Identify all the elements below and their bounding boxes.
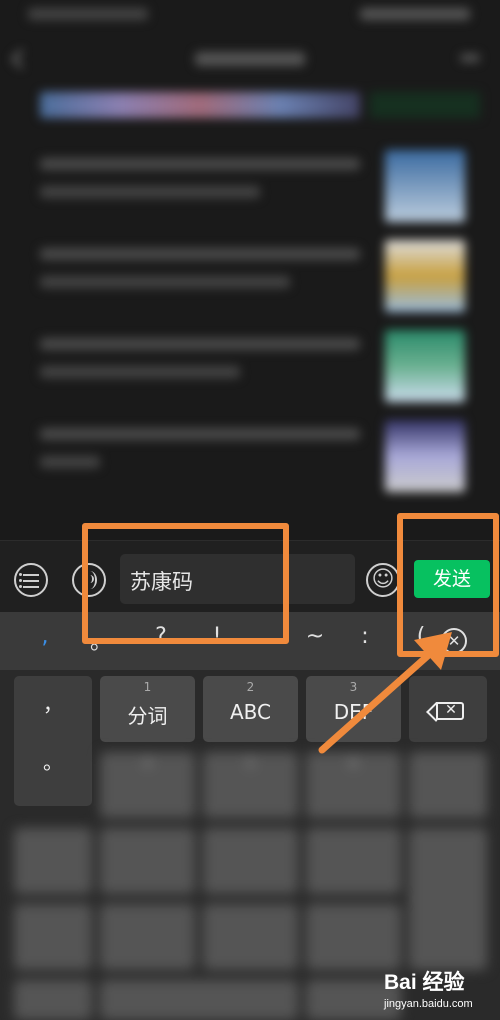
send-highlight-box <box>397 513 499 657</box>
key[interactable] <box>14 828 92 894</box>
status-bar <box>0 0 500 30</box>
key[interactable] <box>306 904 401 970</box>
list-item[interactable] <box>40 420 480 500</box>
backspace-key[interactable]: ✕ <box>409 676 487 742</box>
punct-key[interactable]: , <box>30 624 60 649</box>
page-title <box>195 52 305 66</box>
key-5[interactable]: 5 <box>203 752 298 818</box>
key[interactable] <box>203 904 298 970</box>
key[interactable] <box>14 980 92 1020</box>
more-icon[interactable] <box>460 54 480 62</box>
punct-key[interactable]: ~ <box>300 624 330 649</box>
key[interactable] <box>100 828 195 894</box>
input-highlight-box <box>82 523 289 644</box>
list-icon[interactable] <box>14 563 48 597</box>
key[interactable] <box>409 752 487 818</box>
key-4[interactable]: 4 <box>100 752 195 818</box>
keyboard: , 。 ? ! ... ~ : ( ✕ ， 。 1 分词 2 ABC 3 DEF… <box>0 612 500 1020</box>
banner-image <box>40 92 360 118</box>
key[interactable] <box>203 828 298 894</box>
key-3[interactable]: 3 DEF <box>306 676 401 742</box>
background-article-list <box>0 0 500 540</box>
emoji-icon[interactable]: ☺ <box>366 563 400 597</box>
key-6[interactable]: 6 <box>306 752 401 818</box>
list-item[interactable] <box>40 150 480 230</box>
nav-bar <box>0 40 500 80</box>
baidu-jingyan-watermark: Bai 经验 jingyan.baidu.com <box>384 971 473 1010</box>
banner-image-right <box>370 92 480 118</box>
key-1[interactable]: 1 分词 <box>100 676 195 742</box>
key[interactable] <box>306 828 401 894</box>
back-icon[interactable] <box>11 49 31 69</box>
punct-key[interactable]: : <box>350 624 380 649</box>
list-item[interactable] <box>40 330 480 410</box>
key[interactable] <box>100 904 195 970</box>
key[interactable] <box>100 980 298 1020</box>
key-2[interactable]: 2 ABC <box>203 676 298 742</box>
key[interactable] <box>14 904 92 970</box>
list-item[interactable] <box>40 240 480 320</box>
key[interactable] <box>409 828 487 970</box>
